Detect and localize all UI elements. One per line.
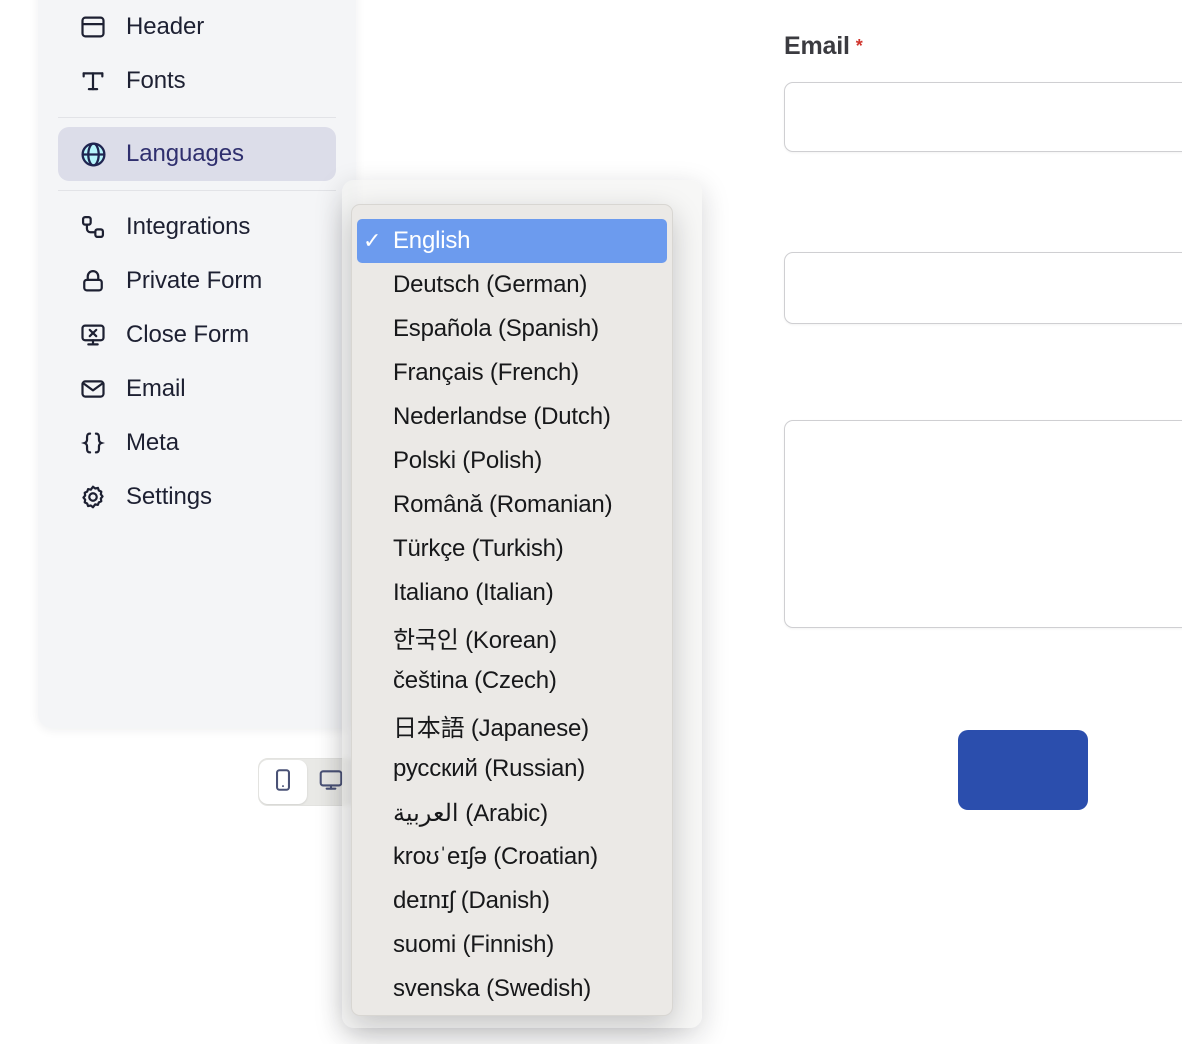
language-option[interactable]: ✓العربية (Arabic) [357,791,667,835]
check-icon: ✓ [363,802,393,824]
sidebar-item-meta[interactable]: Meta [58,416,336,470]
language-option-label: Polski (Polish) [393,447,543,474]
sidebar-item-email[interactable]: Email [58,362,336,416]
sidebar-item-header[interactable]: Header [58,0,336,54]
language-option-label: svenska (Swedish) [393,975,592,1002]
sidebar-item-label: Private Form [126,267,263,294]
check-icon: ✓ [363,978,393,1000]
check-icon: ✓ [363,758,393,780]
sidebar-item-label: Settings [126,483,212,510]
sidebar-item-languages[interactable]: Languages [58,127,336,181]
language-option[interactable]: ✓Română (Romanian) [357,483,667,527]
settings-sidebar: Header Fonts Languages Integrations Priv… [38,0,356,728]
check-icon: ✓ [363,934,393,956]
language-option-label: Italiano (Italian) [393,579,554,606]
language-option-label: čeština (Czech) [393,667,557,694]
language-option[interactable]: ✓ English [357,219,667,263]
language-option-label: Français (French) [393,359,579,386]
language-option[interactable]: ✓deɪnɪʃ (Danish) [357,879,667,923]
language-option-label: English [393,227,471,254]
language-option-label: العربية (Arabic) [393,799,549,827]
sidebar-item-private-form[interactable]: Private Form [58,254,336,308]
sidebar-item-label: Close Form [126,321,250,348]
check-icon: ✓ [363,274,393,296]
language-option[interactable]: ✓kroʊˈeɪʃə (Croatian) [357,835,667,879]
check-icon: ✓ [363,626,393,648]
check-icon: ✓ [363,450,393,472]
check-icon: ✓ [363,582,393,604]
email-input[interactable] [784,82,1182,152]
language-option[interactable]: ✓suomi (Finnish) [357,923,667,967]
check-icon: ✓ [363,494,393,516]
language-option[interactable]: ✓Polski (Polish) [357,439,667,483]
language-option[interactable]: ✓Deutsch (German) [357,263,667,307]
sidebar-divider-top [58,117,336,118]
language-option[interactable]: ✓čeština (Czech) [357,659,667,703]
sidebar-item-integrations[interactable]: Integrations [58,200,336,254]
check-icon: ✓ [363,670,393,692]
language-option-label: deɪnɪʃ (Danish) [393,887,550,914]
check-icon: ✓ [363,846,393,868]
language-option-label: Türkçe (Turkish) [393,535,564,562]
email-label-text: Email [784,32,850,60]
language-option[interactable]: ✓svenska (Swedish) [357,967,667,1011]
language-option-label: Română (Romanian) [393,491,613,518]
submit-button[interactable] [958,730,1088,810]
check-icon: ✓ [363,318,393,340]
sidebar-item-settings[interactable]: Settings [58,470,336,524]
language-dropdown-menu[interactable]: ✓English✓Deutsch (German)✓Española (Span… [351,204,673,1016]
check-icon: ✓ [363,362,393,384]
language-option-label: русский (Russian) [393,755,586,782]
sidebar-item-label: Email [126,375,186,402]
language-option-label: 日本語 (Japanese) [393,714,589,742]
language-option[interactable]: ✓Española (Spanish) [357,307,667,351]
sidebar-divider-bottom [58,190,336,191]
check-icon: ✓ [363,714,393,736]
check-icon: ✓ [363,538,393,560]
message-textarea[interactable] [784,420,1182,628]
sidebar-item-label: Integrations [126,213,251,240]
sidebar-item-label: Fonts [126,67,186,94]
language-option[interactable]: ✓Italiano (Italian) [357,571,667,615]
envelope-icon [78,374,108,404]
language-option[interactable]: ✓русский (Russian) [357,747,667,791]
language-option-label: 한국인 (Korean) [393,626,557,654]
mobile-view-button[interactable] [259,760,307,804]
secondary-text-input[interactable] [784,252,1182,324]
language-option[interactable]: ✓Türkçe (Turkish) [357,527,667,571]
required-asterisk: * [855,36,863,56]
language-option-label: Española (Spanish) [393,315,599,342]
check-icon: ✓ [363,890,393,912]
language-option[interactable]: ✓한국인 (Korean) [357,615,667,659]
sidebar-item-label: Header [126,13,205,40]
globe-icon [78,139,108,169]
check-icon: ✓ [363,406,393,428]
email-field-label: Email * [784,32,863,61]
language-option-label: Deutsch (German) [393,271,588,298]
monitor-x-icon [78,320,108,350]
check-icon: ✓ [363,228,382,253]
language-option[interactable]: ✓日本語 (Japanese) [357,703,667,747]
sidebar-nav: Header Fonts Languages Integrations Priv… [38,0,356,524]
desktop-icon [318,767,344,798]
language-option-label: Nederlandse (Dutch) [393,403,611,430]
mobile-icon [270,767,296,798]
fonts-icon [78,66,108,96]
language-option-label: kroʊˈeɪʃə (Croatian) [393,843,598,870]
integrations-icon [78,212,108,242]
header-icon [78,12,108,42]
sidebar-item-close-form[interactable]: Close Form [58,308,336,362]
lock-icon [78,266,108,296]
sidebar-item-label: Languages [126,140,244,167]
sidebar-item-label: Meta [126,429,179,456]
language-option[interactable]: ✓Français (French) [357,351,667,395]
language-option-label: suomi (Finnish) [393,931,555,958]
gear-icon [78,482,108,512]
language-option[interactable]: ✓Nederlandse (Dutch) [357,395,667,439]
sidebar-item-fonts[interactable]: Fonts [58,54,336,108]
braces-icon [78,428,108,458]
